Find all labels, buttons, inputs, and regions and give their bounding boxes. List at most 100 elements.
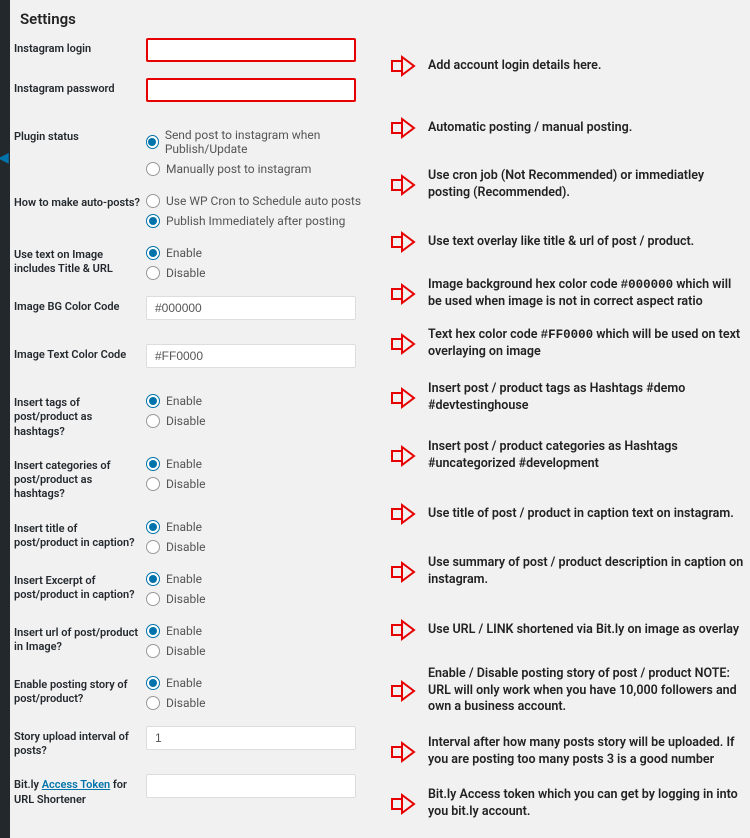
story-group: Enable Disable <box>146 674 382 710</box>
enable-label: Enable <box>166 676 202 690</box>
note-code: #000000 <box>621 278 674 292</box>
instagram-password-label: Instagram password <box>14 78 146 96</box>
page-title: Settings <box>20 10 382 28</box>
text-on-image-group: Enable Disable <box>146 244 382 280</box>
excerpt-disable-radio[interactable] <box>146 592 160 606</box>
bitly-access-token-link[interactable]: Access Token <box>42 778 110 791</box>
note-login: Add account login details here. <box>428 58 744 75</box>
textcolor-input[interactable] <box>146 344 356 368</box>
autoposts-opt2-radio[interactable] <box>146 214 160 228</box>
disable-label: Disable <box>166 266 206 280</box>
autoposts-opt2-label: Publish Immediately after posting <box>166 214 345 228</box>
textcolor-label: Image Text Color Code <box>14 344 146 362</box>
tags-disable-radio[interactable] <box>146 414 160 428</box>
cats-label: Insert categories of post/product as has… <box>14 455 146 502</box>
arrow-icon <box>390 281 418 307</box>
story-interval-label: Story upload interval of posts? <box>14 726 146 759</box>
note-story: Enable / Disable posting story of post /… <box>428 666 744 717</box>
bitly-label-prefix: Bit.ly <box>14 778 42 791</box>
note-cats: Insert post / product categories as Hash… <box>428 439 744 473</box>
wp-admin-sidebar: ◀ <box>0 0 10 838</box>
bitly-label: Bit.ly Access Token for URL Shortener <box>14 774 146 807</box>
note-excerpt: Use summary of post / product descriptio… <box>428 555 744 589</box>
enable-label: Enable <box>166 520 202 534</box>
disable-label: Disable <box>166 414 206 428</box>
arrow-icon <box>390 331 418 357</box>
cats-group: Enable Disable <box>146 455 382 491</box>
story-disable-radio[interactable] <box>146 696 160 710</box>
collapse-menu-icon[interactable]: ◀ <box>0 150 9 166</box>
disable-label: Disable <box>166 592 206 606</box>
title-caption-group: Enable Disable <box>146 518 382 554</box>
note-plugin-status: Automatic posting / manual posting. <box>428 120 744 137</box>
arrow-icon <box>390 443 418 469</box>
story-interval-input[interactable] <box>146 726 356 750</box>
tags-enable-radio[interactable] <box>146 394 160 408</box>
plugin-status-opt1-label: Send post to instagram when Publish/Upda… <box>165 128 382 156</box>
note-bgcolor: Image background hex color code #000000 … <box>428 277 744 311</box>
enable-label: Enable <box>166 624 202 638</box>
story-enable-radio[interactable] <box>146 676 160 690</box>
disable-label: Disable <box>166 644 206 658</box>
enable-label: Enable <box>166 572 202 586</box>
excerpt-label: Insert Excerpt of post/product in captio… <box>14 570 146 603</box>
plugin-status-opt2-radio[interactable] <box>146 162 160 176</box>
autoposts-opt1-radio[interactable] <box>146 194 160 208</box>
enable-label: Enable <box>166 394 202 408</box>
url-image-enable-radio[interactable] <box>146 624 160 638</box>
title-caption-label: Insert title of post/product in caption? <box>14 518 146 551</box>
note-title-caption: Use title of post / product in caption t… <box>428 506 744 523</box>
arrow-icon <box>390 172 418 198</box>
enable-label: Enable <box>166 246 202 260</box>
note-url-image: Use URL / LINK shortened via Bit.ly on i… <box>428 622 744 639</box>
url-image-group: Enable Disable <box>146 622 382 658</box>
tags-label: Insert tags of post/product as hashtags? <box>14 392 146 439</box>
text-on-image-label: Use text on Image includes Title & URL <box>14 244 146 277</box>
excerpt-enable-radio[interactable] <box>146 572 160 586</box>
plugin-status-group: Send post to instagram when Publish/Upda… <box>146 126 382 176</box>
autoposts-group: Use WP Cron to Schedule auto posts Publi… <box>146 192 382 228</box>
tags-group: Enable Disable <box>146 392 382 428</box>
disable-label: Disable <box>166 540 206 554</box>
arrow-icon <box>390 115 418 141</box>
text-on-image-enable-radio[interactable] <box>146 246 160 260</box>
note-part: Image background hex color code <box>428 277 621 292</box>
enable-label: Enable <box>166 457 202 471</box>
url-image-disable-radio[interactable] <box>146 644 160 658</box>
note-code: #FF0000 <box>541 328 594 342</box>
note-part: Text hex color code <box>428 327 541 342</box>
title-caption-disable-radio[interactable] <box>146 540 160 554</box>
arrow-icon <box>390 559 418 585</box>
instagram-login-label: Instagram login <box>14 38 146 56</box>
bgcolor-input[interactable] <box>146 296 356 320</box>
arrow-icon <box>390 678 418 704</box>
disable-label: Disable <box>166 477 206 491</box>
arrow-icon <box>390 385 418 411</box>
arrow-icon <box>390 791 418 817</box>
note-autoposts: Use cron job (Not Recommended) or immedi… <box>428 168 744 202</box>
text-on-image-disable-radio[interactable] <box>146 266 160 280</box>
disable-label: Disable <box>166 696 206 710</box>
cats-enable-radio[interactable] <box>146 457 160 471</box>
note-tags: Insert post / product tags as Hashtags #… <box>428 381 744 415</box>
note-text-on-image: Use text overlay like title & url of pos… <box>428 234 744 251</box>
autoposts-opt1-label: Use WP Cron to Schedule auto posts <box>166 194 361 208</box>
plugin-status-opt1-radio[interactable] <box>146 135 159 149</box>
cats-disable-radio[interactable] <box>146 477 160 491</box>
arrow-icon <box>390 53 418 79</box>
autoposts-label: How to make auto-posts? <box>14 192 146 210</box>
note-story-interval: Interval after how many posts story will… <box>428 735 744 769</box>
arrow-icon <box>390 501 418 527</box>
arrow-icon <box>390 739 418 765</box>
plugin-status-opt2-label: Manually post to instagram <box>166 162 311 176</box>
title-caption-enable-radio[interactable] <box>146 520 160 534</box>
settings-form: Settings Instagram login Instagram passw… <box>10 0 390 838</box>
arrow-icon <box>390 229 418 255</box>
annotation-column: Add account login details here. Automati… <box>390 0 750 838</box>
instagram-login-input[interactable] <box>146 38 356 62</box>
bitly-token-input[interactable] <box>146 774 356 798</box>
url-image-label: Insert url of post/product in Image? <box>14 622 146 655</box>
excerpt-group: Enable Disable <box>146 570 382 606</box>
note-textcolor: Text hex color code #FF0000 which will b… <box>428 327 744 361</box>
instagram-password-input[interactable] <box>146 78 356 102</box>
